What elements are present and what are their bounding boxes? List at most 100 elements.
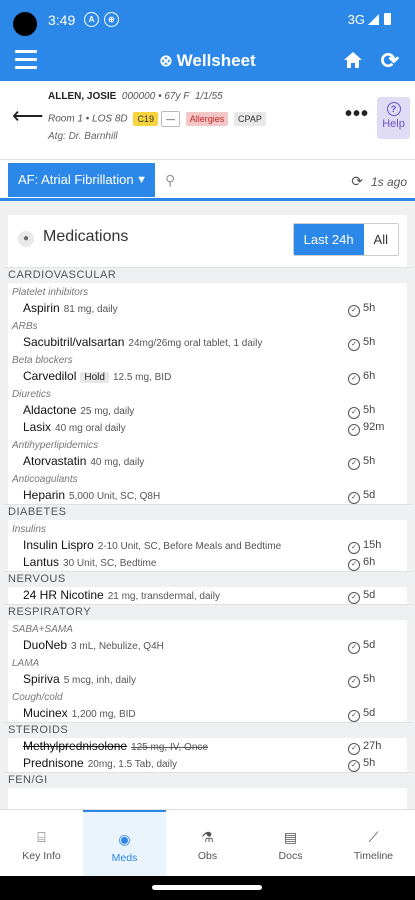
- flask-icon: ⚗: [201, 829, 214, 845]
- medication-name: Spiriva: [23, 672, 60, 686]
- drug-class-label: Platelet inhibitors: [12, 287, 89, 298]
- category-header: FEN/GI: [4, 772, 413, 788]
- bottom-navigation: ⌸ Key Info ◉ Meds ⚗ Obs ▤ Docs ⟋ Timeline: [0, 809, 415, 879]
- medication-row[interactable]: Insulin Lispro 2-10 Unit, SC, Before Meal…: [8, 537, 407, 554]
- nav-tab-obs[interactable]: ⚗ Obs: [166, 810, 249, 877]
- medication-row[interactable]: Atorvastatin 40 mg, daily ✓ 5h: [8, 453, 407, 470]
- medication-detail: 40 mg, daily: [90, 457, 145, 468]
- medication-detail: 125 mg, IV, Once: [131, 742, 208, 753]
- last-given: ✓ 5h: [348, 300, 375, 317]
- medication-row[interactable]: Carvedilol Hold 12.5 mg, BID ✓ 6h: [8, 368, 407, 385]
- medication-row[interactable]: Heparin 5,000 Unit, SC, Q8H ✓ 5d: [8, 487, 407, 504]
- problem-dropdown[interactable]: AF: Atrial Fibrillation ▼: [8, 163, 155, 197]
- medications-card: ● Medications Last 24h All CARDIOVASCULA…: [4, 215, 413, 809]
- nav-tab-docs[interactable]: ▤ Docs: [249, 810, 332, 877]
- last-given: ✓ 5d: [348, 637, 375, 654]
- medication-detail: 12.5 mg, BID: [112, 372, 172, 383]
- nav-tab-label: Key Info: [22, 850, 61, 862]
- status-dash-badge: —: [160, 111, 180, 127]
- patient-dob: 1/1/55: [194, 91, 223, 102]
- last-given: ✓ 5d: [348, 705, 375, 722]
- document-icon: ▤: [283, 829, 298, 845]
- camera-cutout: [13, 12, 37, 36]
- medication-name: Insulin Lispro: [23, 538, 94, 552]
- medication-row[interactable]: Prednisone 20mg, 1.5 Tab, daily ✓ 5h: [8, 755, 407, 772]
- patient-age-sex: 67y F: [164, 91, 190, 102]
- c19-badge[interactable]: C19: [133, 112, 158, 126]
- allergies-badge[interactable]: Allergies: [185, 112, 229, 126]
- check-circle-icon: ✓: [348, 559, 360, 571]
- last-given-time: 5h: [363, 404, 376, 416]
- nav-tab-timeline[interactable]: ⟋ Timeline: [332, 810, 415, 877]
- last-given: ✓ 5d: [348, 587, 375, 604]
- back-arrow-icon[interactable]: ⟵: [12, 103, 44, 129]
- filter-all-button[interactable]: All: [364, 224, 398, 255]
- medication-row[interactable]: Methylprednisolone 125 mg, IV, Once ✓ 27h: [8, 738, 407, 755]
- check-circle-icon: ✓: [348, 676, 360, 688]
- home-gesture-pill[interactable]: [152, 885, 262, 890]
- patient-name: ALLEN, JOSIE: [48, 91, 117, 102]
- last-given-time: 92m: [363, 421, 385, 433]
- cpap-badge[interactable]: CPAP: [234, 112, 266, 126]
- timeline-icon: ⟋: [368, 829, 379, 845]
- last-given-time: 5d: [363, 639, 376, 651]
- key-info-icon: ⌸: [37, 829, 46, 845]
- hold-badge: Hold: [80, 372, 109, 383]
- last-given-time: 5h: [363, 302, 376, 314]
- drug-class-label: Diuretics: [12, 389, 51, 400]
- medication-row[interactable]: DuoNeb 3 mL, Nebulize, Q4H ✓ 5d: [8, 637, 407, 654]
- medication-name: Methylprednisolone: [23, 739, 128, 753]
- content-area[interactable]: ● Medications Last 24h All CARDIOVASCULA…: [0, 201, 415, 809]
- check-circle-icon: ✓: [348, 642, 360, 654]
- medication-row[interactable]: Spiriva 5 mcg, inh, daily ✓ 5h: [8, 671, 407, 688]
- medication-detail: 25 mg, daily: [80, 406, 135, 417]
- pill-icon: ●: [18, 231, 34, 247]
- home-icon[interactable]: [343, 50, 363, 75]
- nav-tab-meds[interactable]: ◉ Meds: [83, 810, 166, 879]
- drug-class-label: ARBs: [12, 321, 38, 332]
- nav-tab-key-info[interactable]: ⌸ Key Info: [0, 810, 83, 877]
- drug-class-label: Insulins: [12, 524, 46, 535]
- medication-row[interactable]: Aldactone 25 mg, daily ✓ 5h: [8, 402, 407, 419]
- check-circle-icon: ✓: [348, 710, 360, 722]
- medication-row[interactable]: Sacubitril/valsartan 24mg/26mg oral table…: [8, 334, 407, 351]
- medication-name: Carvedilol: [23, 369, 77, 383]
- filter-last-24h-button[interactable]: Last 24h: [293, 224, 364, 255]
- refresh-status[interactable]: ⟳ 1s ago: [351, 173, 407, 190]
- medication-detail: 3 mL, Nebulize, Q4H: [71, 641, 164, 652]
- drug-class-label: LAMA: [12, 658, 40, 669]
- medication-row[interactable]: Lantus 30 Unit, SC, Bedtime ✓ 6h: [8, 554, 407, 571]
- last-given: ✓ 5h: [348, 453, 375, 470]
- category-header: CARDIOVASCULAR: [4, 267, 413, 283]
- sync-icon[interactable]: ⟳: [381, 48, 399, 74]
- medication-row[interactable]: Lasix 40 mg oral daily ✓ 92m: [8, 419, 407, 436]
- patient-room: Room 1: [48, 113, 84, 125]
- app-name: Wellsheet: [176, 51, 256, 70]
- help-label: Help: [382, 118, 405, 130]
- last-given: ✓ 6h: [348, 554, 375, 571]
- medication-detail: 5 mcg, inh, daily: [63, 675, 136, 686]
- attending-physician: Atg: Dr. Barnhill: [48, 131, 118, 142]
- medication-detail: 40 mg oral daily: [55, 423, 126, 434]
- check-circle-icon: ✓: [348, 492, 360, 504]
- medication-name: Sacubitril/valsartan: [23, 335, 125, 349]
- medication-detail: 20mg, 1.5 Tab, daily: [87, 759, 178, 770]
- check-circle-icon: ✓: [348, 542, 360, 554]
- patient-header: ⟵ ALLEN, JOSIE 000000 • 67y F 1/1/55 Roo…: [0, 81, 415, 160]
- check-circle-icon: ✓: [348, 743, 360, 755]
- medication-name: Mucinex: [23, 706, 68, 720]
- help-button[interactable]: ? Help: [377, 97, 410, 139]
- check-circle-icon: ✓: [348, 305, 360, 317]
- medication-name: Heparin: [23, 488, 66, 502]
- unpin-icon[interactable]: ⚲: [165, 172, 175, 189]
- medication-row[interactable]: Aspirin 81 mg, daily ✓ 5h: [8, 300, 407, 317]
- medication-row[interactable]: Mucinex 1,200 mg, BID ✓ 5d: [8, 705, 407, 722]
- time-filter-toggle: Last 24h All: [292, 223, 399, 256]
- medication-detail: 24mg/26mg oral tablet, 1 daily: [128, 338, 263, 349]
- check-circle-icon: ✓: [348, 458, 360, 470]
- medication-row[interactable]: 24 HR Nicotine 21 mg, transdermal, daily ✓…: [8, 587, 407, 604]
- more-options-icon[interactable]: •••: [345, 103, 369, 126]
- settings-status-icon: ⊕: [104, 12, 119, 27]
- medication-name: Atorvastatin: [23, 454, 87, 468]
- check-circle-icon: ✓: [348, 424, 360, 436]
